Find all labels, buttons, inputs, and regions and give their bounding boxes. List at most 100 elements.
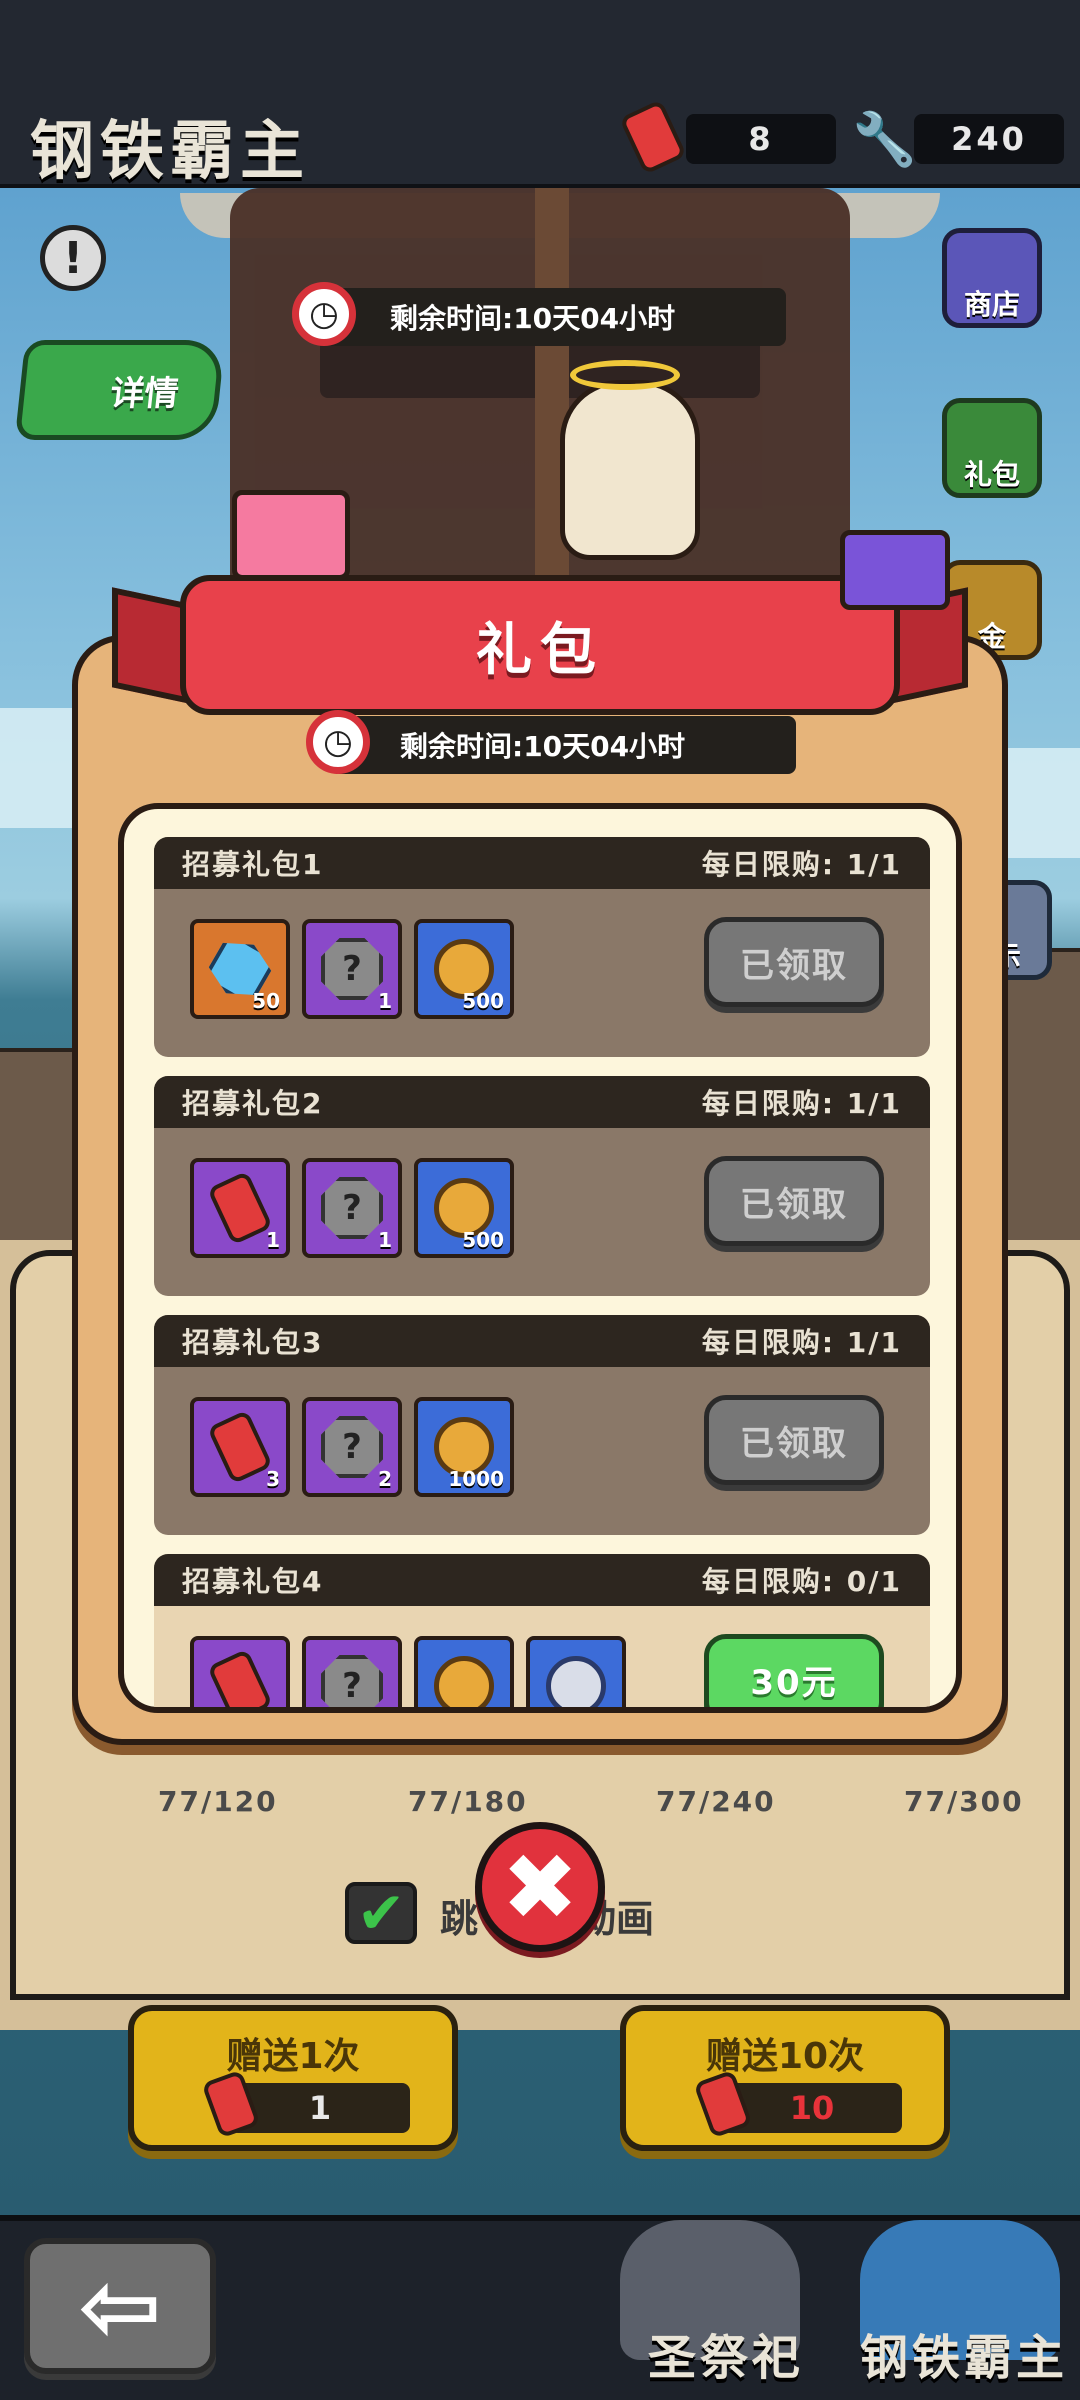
pack-items: 3 ? 2 1000	[190, 1397, 514, 1497]
claimed-button[interactable]: 已领取	[704, 917, 884, 1007]
gift-ten-label: 赠送10次	[705, 2036, 865, 2077]
pack-card: 招募礼包2 每日限购: 1/1 1 ? 1 500 已领取	[154, 1076, 930, 1296]
pack-list[interactable]: 招募礼包1 每日限购: 1/1 50 ? 1 500 已领取 招募礼包2 每日限购…	[118, 803, 962, 1713]
reward-item[interactable]: ?	[302, 1636, 402, 1707]
exclamation-icon: !	[62, 232, 84, 284]
gift-once-cost: 1	[230, 2083, 410, 2133]
pack-header: 招募礼包3 每日限购: 1/1	[154, 1315, 930, 1367]
item-qty: 500	[462, 1228, 504, 1252]
item-qty: 2	[378, 1467, 392, 1491]
detail-label: 详情	[108, 373, 181, 414]
reward-item[interactable]	[526, 1636, 626, 1707]
pack-items: ?	[190, 1636, 626, 1707]
shop-button[interactable]: 商店	[942, 228, 1042, 328]
pack-name: 招募礼包2	[182, 1087, 324, 1120]
gift-label: 礼包	[963, 458, 1020, 491]
gift-button[interactable]: 礼包	[942, 398, 1042, 498]
pack-header: 招募礼包1 每日限购: 1/1	[154, 837, 930, 889]
modal-title: 礼包	[476, 617, 604, 683]
claimed-button[interactable]: 已领取	[704, 1156, 884, 1246]
checkmark-icon: ✔	[356, 1879, 406, 1947]
reward-item[interactable]: ? 2	[302, 1397, 402, 1497]
cat-character	[560, 380, 700, 560]
item-qty: 500	[462, 989, 504, 1013]
event-timer-text: 剩余时间:10天04小时	[390, 302, 676, 335]
reward-item[interactable]	[190, 1636, 290, 1707]
pack-limit: 每日限购: 1/1	[701, 1326, 902, 1359]
gift-once-label: 赠送1次	[226, 2036, 360, 2077]
progress-label: 77/120	[158, 1785, 278, 1818]
pack-name: 招募礼包4	[182, 1565, 324, 1598]
reward-item[interactable]: ? 1	[302, 1158, 402, 1258]
detail-button[interactable]: 详情	[14, 340, 226, 440]
modal-timer: 剩余时间:10天04小时	[330, 716, 796, 774]
reward-item[interactable]: ? 1	[302, 919, 402, 1019]
soda-can-icon	[206, 1409, 274, 1485]
progress-label: 77/180	[408, 1785, 528, 1818]
reward-item[interactable]: 3	[190, 1397, 290, 1497]
progress-label: 77/300	[904, 1785, 1024, 1818]
item-qty: 1000	[448, 1467, 504, 1491]
alarm-clock-icon: ◷	[306, 710, 370, 774]
gift-box-icon	[232, 490, 350, 580]
item-qty: 50	[252, 989, 280, 1013]
pack-header: 招募礼包2 每日限购: 1/1	[154, 1076, 930, 1128]
close-icon: ✖	[501, 1833, 579, 1941]
skip-label-left: 跳	[440, 1897, 479, 1941]
soda-can-icon	[206, 1648, 274, 1707]
wrench-resource: 🔧 240	[852, 110, 1072, 170]
mystery-stone-icon: ?	[321, 1655, 383, 1707]
film-reel-icon	[546, 1656, 606, 1707]
pack-items: 50 ? 1 500	[190, 919, 514, 1019]
pack-limit: 每日限购: 1/1	[701, 848, 902, 881]
tab-steel-overlord[interactable]: 钢铁霸主	[860, 2318, 1068, 2388]
soda-can-icon	[206, 1170, 274, 1246]
page-title: 钢铁霸主	[30, 115, 310, 189]
gift-once-button[interactable]: 赠送1次 1	[128, 2005, 458, 2151]
mystery-stone-icon: ?	[321, 1177, 383, 1239]
modal-title-banner: 礼包	[180, 575, 900, 715]
reward-item[interactable]: 500	[414, 1158, 514, 1258]
reward-item[interactable]: 1	[190, 1158, 290, 1258]
item-qty: 1	[378, 1228, 392, 1252]
pack-name: 招募礼包1	[182, 848, 324, 881]
item-qty: 1	[266, 1228, 280, 1252]
pack-name: 招募礼包3	[182, 1326, 324, 1359]
cost-value: 1	[308, 2089, 332, 2127]
pack-card: 招募礼包3 每日限购: 1/1 3 ? 2 1000 已领取	[154, 1315, 930, 1535]
close-button[interactable]: ✖	[475, 1822, 605, 1952]
wrench-count: 240	[914, 114, 1064, 164]
gift-ten-cost: 10	[722, 2083, 902, 2133]
info-button[interactable]: !	[40, 225, 106, 291]
can-resource: 8	[619, 99, 836, 175]
progress-label: 77/240	[656, 1785, 776, 1818]
shop-label: 商店	[963, 288, 1020, 321]
buy-button[interactable]: 30元	[704, 1634, 884, 1707]
gift-ten-button[interactable]: 赠送10次 10	[620, 2005, 950, 2151]
reward-item[interactable]	[414, 1636, 514, 1707]
item-qty: 1	[378, 989, 392, 1013]
modal-timer-text: 剩余时间:10天04小时	[400, 730, 686, 763]
pack-card: 招募礼包1 每日限购: 1/1 50 ? 1 500 已领取	[154, 837, 930, 1057]
tab-holy-priest[interactable]: 圣祭祀	[648, 2318, 804, 2388]
skip-animation-checkbox[interactable]: ✔	[345, 1879, 417, 1947]
cost-value: 10	[789, 2089, 835, 2127]
event-timer: 剩余时间:10天04小时	[320, 288, 786, 346]
gift-box-icon	[840, 530, 950, 610]
back-button[interactable]: ⇦	[24, 2238, 216, 2374]
arrow-left-icon: ⇦	[78, 2247, 162, 2365]
coin-icon	[434, 1656, 494, 1707]
reward-item[interactable]: 500	[414, 919, 514, 1019]
pack-limit: 每日限购: 0/1	[701, 1565, 902, 1598]
mystery-stone-icon: ?	[321, 1416, 383, 1478]
halo-icon	[570, 360, 680, 390]
claimed-button[interactable]: 已领取	[704, 1395, 884, 1485]
reward-item[interactable]: 50	[190, 919, 290, 1019]
mystery-stone-icon: ?	[321, 938, 383, 1000]
pack-items: 1 ? 1 500	[190, 1158, 514, 1258]
pack-card: 招募礼包4 每日限购: 0/1 ? 30元	[154, 1554, 930, 1707]
wrench-icon: 🔧	[852, 110, 917, 170]
alarm-clock-icon: ◷	[292, 282, 356, 346]
item-qty: 3	[266, 1467, 280, 1491]
reward-item[interactable]: 1000	[414, 1397, 514, 1497]
